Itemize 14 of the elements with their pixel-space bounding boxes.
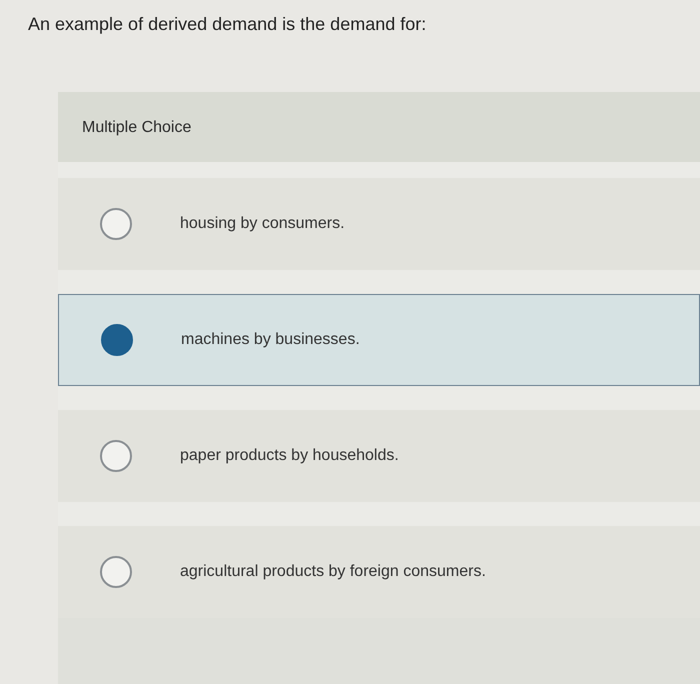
answer-option[interactable]: paper products by households. xyxy=(58,410,700,502)
option-text: paper products by households. xyxy=(180,447,399,465)
answer-option[interactable]: housing by consumers. xyxy=(58,178,700,270)
option-text: agricultural products by foreign consumers. xyxy=(180,563,486,581)
answer-option[interactable]: agricultural products by foreign consumers. xyxy=(58,526,700,618)
question-type-label: Multiple Choice xyxy=(82,119,192,136)
option-text: machines by businesses. xyxy=(181,331,360,349)
option-text: housing by consumers. xyxy=(180,215,345,233)
question-text: An example of derived demand is the demand for: xyxy=(27,13,428,36)
radio-button[interactable] xyxy=(101,324,133,356)
answer-option[interactable]: machines by businesses. xyxy=(58,294,700,386)
radio-button[interactable] xyxy=(100,556,132,588)
radio-button[interactable] xyxy=(100,440,132,472)
radio-button[interactable] xyxy=(100,208,132,240)
